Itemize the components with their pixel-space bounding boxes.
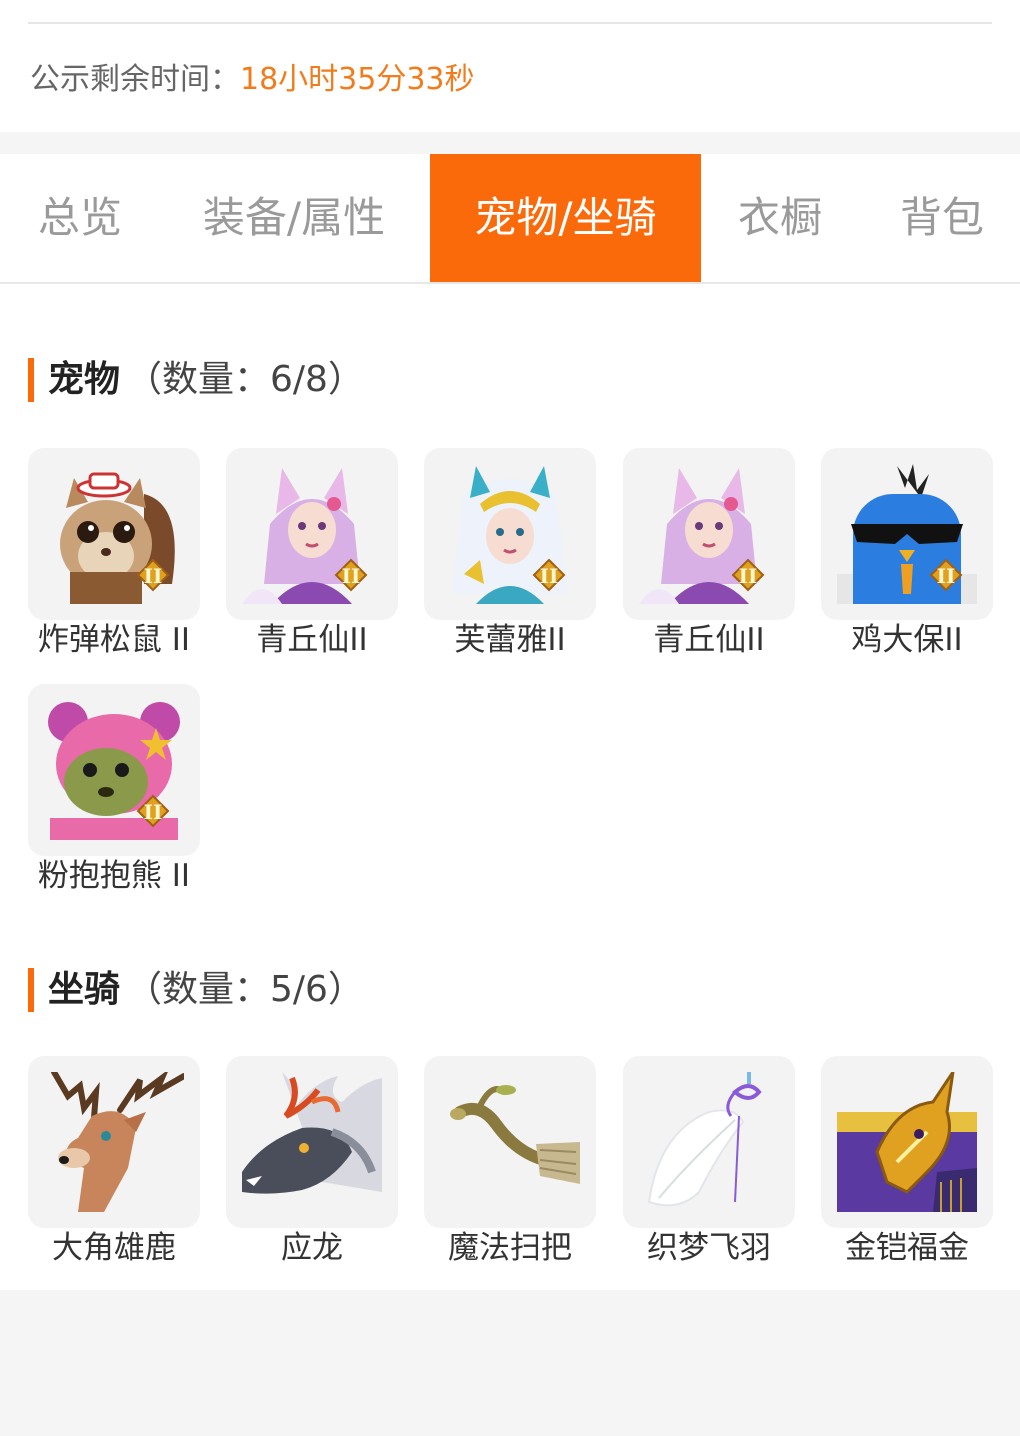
countdown-label: 公示剩余时间： bbox=[30, 62, 240, 97]
section-count: （数量：6/8） bbox=[126, 359, 364, 400]
section-count: （数量：5/6） bbox=[126, 969, 364, 1010]
pet-thumbnail: II bbox=[623, 448, 795, 620]
pet-thumbnail: II bbox=[226, 448, 398, 620]
tab-bar: 总览 装备/属性 宠物/坐骑 衣橱 背包 bbox=[0, 154, 1020, 284]
svg-text:II: II bbox=[739, 564, 758, 588]
fox-fairy-pet-icon: II bbox=[242, 464, 382, 604]
svg-text:II: II bbox=[342, 564, 361, 588]
mount-name: 魔法扫把 bbox=[448, 1230, 572, 1266]
mount-thumbnail bbox=[28, 1056, 200, 1228]
mount-thumbnail bbox=[424, 1056, 596, 1228]
pet-thumbnail: II bbox=[821, 448, 993, 620]
broom-mount-icon bbox=[440, 1072, 580, 1212]
mount-name: 织梦飞羽 bbox=[647, 1230, 771, 1266]
mount-name: 金铠福金 bbox=[845, 1230, 969, 1266]
content-panel: 宠物 （数量：6/8） II 炸弹松鼠 II II 青丘仙II II 芙蕾雅II… bbox=[0, 284, 1020, 1290]
pet-name: 青丘仙II bbox=[256, 622, 368, 658]
section-accent-bar bbox=[28, 968, 34, 1012]
pet-thumbnail: II bbox=[28, 448, 200, 620]
divider bbox=[28, 22, 992, 24]
pet-name: 粉抱抱熊 II bbox=[37, 858, 191, 894]
mount-thumbnail bbox=[821, 1056, 993, 1228]
svg-text:II: II bbox=[144, 800, 163, 824]
pet-thumbnail: II bbox=[28, 684, 200, 856]
notice-bar: 公示剩余时间：18小时35分33秒 bbox=[0, 0, 1020, 132]
squirrel-pet-icon: II bbox=[44, 464, 184, 604]
pet-name: 鸡大保II bbox=[851, 622, 963, 658]
tab-equipment-attributes[interactable]: 装备/属性 bbox=[176, 154, 412, 282]
countdown-line: 公示剩余时间：18小时35分33秒 bbox=[30, 58, 475, 102]
pet-name: 芙蕾雅II bbox=[454, 622, 566, 658]
section-accent-bar bbox=[28, 358, 34, 402]
mount-name: 应龙 bbox=[281, 1230, 343, 1266]
feather-mount-icon bbox=[639, 1072, 779, 1212]
countdown-time: 18小时35分33秒 bbox=[240, 62, 475, 97]
tab-backpack[interactable]: 背包 bbox=[874, 154, 1010, 282]
dragon-mount-icon bbox=[242, 1072, 382, 1212]
tab-wardrobe[interactable]: 衣橱 bbox=[712, 154, 848, 282]
mount-thumbnail bbox=[623, 1056, 795, 1228]
svg-text:II: II bbox=[144, 564, 163, 588]
mount-thumbnail bbox=[226, 1056, 398, 1228]
svg-text:II: II bbox=[937, 564, 956, 588]
fox-fairy-pet-icon: II bbox=[639, 464, 779, 604]
section-name: 宠物 bbox=[48, 359, 121, 400]
deer-mount-icon bbox=[44, 1072, 184, 1212]
pet-thumbnail: II bbox=[424, 448, 596, 620]
golden-armor-mount-icon bbox=[837, 1072, 977, 1212]
tab-overview[interactable]: 总览 bbox=[0, 154, 160, 282]
page-bottom-background bbox=[0, 1290, 1020, 1436]
pink-bear-pet-icon: II bbox=[44, 700, 184, 840]
pet-name: 炸弹松鼠 II bbox=[37, 622, 191, 658]
svg-text:II: II bbox=[540, 564, 559, 588]
section-name: 坐骑 bbox=[48, 969, 121, 1010]
mount-name: 大角雄鹿 bbox=[52, 1230, 176, 1266]
tab-pets-mounts[interactable]: 宠物/坐骑 bbox=[430, 154, 701, 282]
pet-name: 青丘仙II bbox=[653, 622, 765, 658]
pets-mounts-page: 公示剩余时间：18小时35分33秒 总览 装备/属性 宠物/坐骑 衣橱 背包 宠… bbox=[0, 0, 1020, 1436]
freya-pet-icon: II bbox=[440, 464, 580, 604]
chicken-pet-icon: II bbox=[837, 464, 977, 604]
